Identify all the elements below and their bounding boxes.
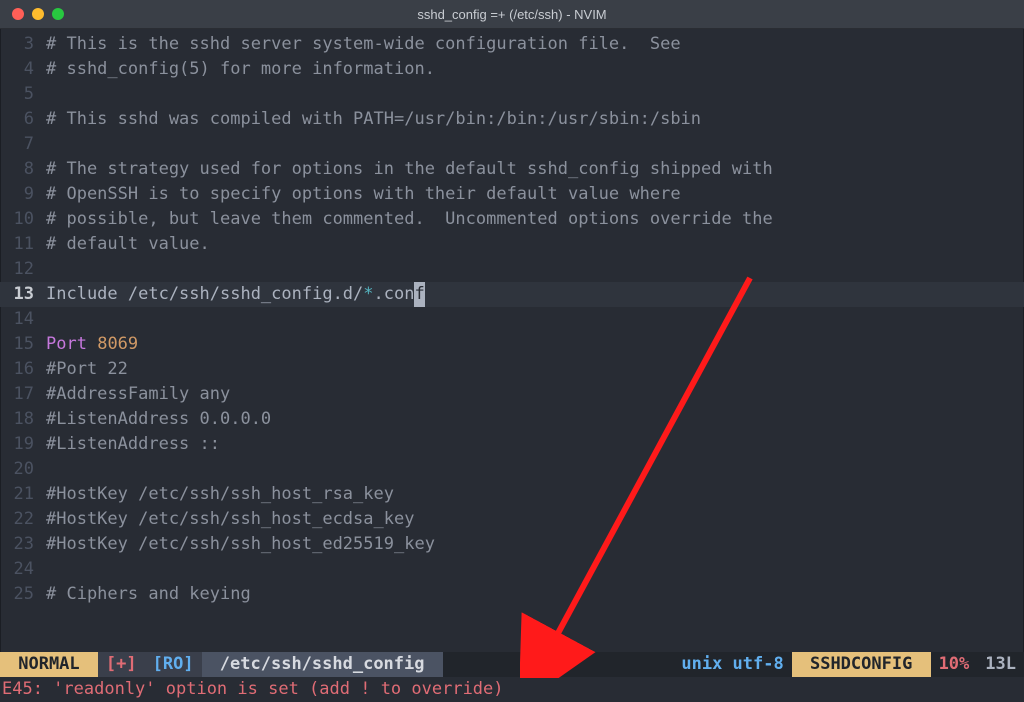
code-line[interactable] — [42, 457, 1024, 482]
code-line[interactable]: #ListenAddress 0.0.0.0 — [42, 407, 1024, 432]
code-line[interactable]: #HostKey /etc/ssh/ssh_host_rsa_key — [42, 482, 1024, 507]
editor-viewport[interactable]: 345678910111213141516171819202122232425 … — [0, 28, 1024, 702]
status-file-path: /etc/ssh/sshd_config — [202, 652, 443, 677]
code-line[interactable] — [42, 82, 1024, 107]
code-line[interactable]: # Ciphers and keying — [42, 582, 1024, 607]
line-number: 24 — [0, 557, 42, 582]
line-number: 21 — [0, 482, 42, 507]
code-line[interactable] — [42, 257, 1024, 282]
line-number: 17 — [0, 382, 42, 407]
line-number: 11 — [0, 232, 42, 257]
code-line[interactable]: #HostKey /etc/ssh/ssh_host_ed25519_key — [42, 532, 1024, 557]
minimize-icon[interactable] — [32, 8, 44, 20]
line-number: 22 — [0, 507, 42, 532]
status-line: NORMAL [+] [RO] /etc/ssh/sshd_config uni… — [0, 652, 1024, 677]
line-number-gutter: 345678910111213141516171819202122232425 — [0, 28, 42, 652]
code-line[interactable]: # default value. — [42, 232, 1024, 257]
status-percent: 10% — [931, 652, 978, 677]
status-mode: NORMAL — [0, 652, 98, 677]
line-number: 6 — [0, 107, 42, 132]
terminal-window: sshd_config =+ (/etc/ssh) - NVIM 3456789… — [0, 0, 1024, 702]
line-number: 20 — [0, 457, 42, 482]
command-line-message: E45: 'readonly' option is set (add ! to … — [0, 677, 1024, 702]
code-area[interactable]: # This is the sshd server system-wide co… — [42, 28, 1024, 652]
code-line[interactable]: # OpenSSH is to specify options with the… — [42, 182, 1024, 207]
code-line[interactable]: # sshd_config(5) for more information. — [42, 57, 1024, 82]
line-number: 16 — [0, 357, 42, 382]
close-icon[interactable] — [12, 8, 24, 20]
code-line[interactable]: # This is the sshd server system-wide co… — [42, 32, 1024, 57]
line-number: 15 — [0, 332, 42, 357]
zoom-icon[interactable] — [52, 8, 64, 20]
code-line[interactable]: # The strategy used for options in the d… — [42, 157, 1024, 182]
line-number: 18 — [0, 407, 42, 432]
code-line[interactable]: #ListenAddress :: — [42, 432, 1024, 457]
code-line[interactable] — [42, 557, 1024, 582]
line-number: 19 — [0, 432, 42, 457]
line-number: 7 — [0, 132, 42, 157]
line-number: 9 — [0, 182, 42, 207]
line-number: 5 — [0, 82, 42, 107]
status-readonly: [RO] — [145, 652, 202, 677]
status-filetype: SSHDCONFIG — [792, 652, 931, 677]
line-number: 10 — [0, 207, 42, 232]
line-number: 23 — [0, 532, 42, 557]
line-number: 12 — [0, 257, 42, 282]
code-line[interactable]: #AddressFamily any — [42, 382, 1024, 407]
titlebar: sshd_config =+ (/etc/ssh) - NVIM — [0, 0, 1024, 29]
code-line[interactable]: # possible, but leave them commented. Un… — [42, 207, 1024, 232]
code-line[interactable]: #Port 22 — [42, 357, 1024, 382]
window-title: sshd_config =+ (/etc/ssh) - NVIM — [0, 7, 1024, 22]
line-number: 8 — [0, 157, 42, 182]
line-number: 3 — [0, 32, 42, 57]
line-number: 13 — [0, 282, 42, 307]
code-line[interactable]: Include /etc/ssh/sshd_config.d/*.conf — [42, 282, 1024, 307]
cursor: f — [414, 282, 424, 307]
code-line[interactable] — [42, 132, 1024, 157]
status-linecount: 13L — [977, 652, 1024, 677]
code-line[interactable]: Port 8069 — [42, 332, 1024, 357]
code-line[interactable] — [42, 307, 1024, 332]
line-number: 25 — [0, 582, 42, 607]
status-modified: [+] — [98, 652, 145, 677]
status-encoding: unix utf-8 — [673, 652, 791, 677]
line-number: 4 — [0, 57, 42, 82]
window-controls — [0, 8, 64, 20]
code-line[interactable]: #HostKey /etc/ssh/ssh_host_ecdsa_key — [42, 507, 1024, 532]
line-number: 14 — [0, 307, 42, 332]
code-line[interactable]: # This sshd was compiled with PATH=/usr/… — [42, 107, 1024, 132]
